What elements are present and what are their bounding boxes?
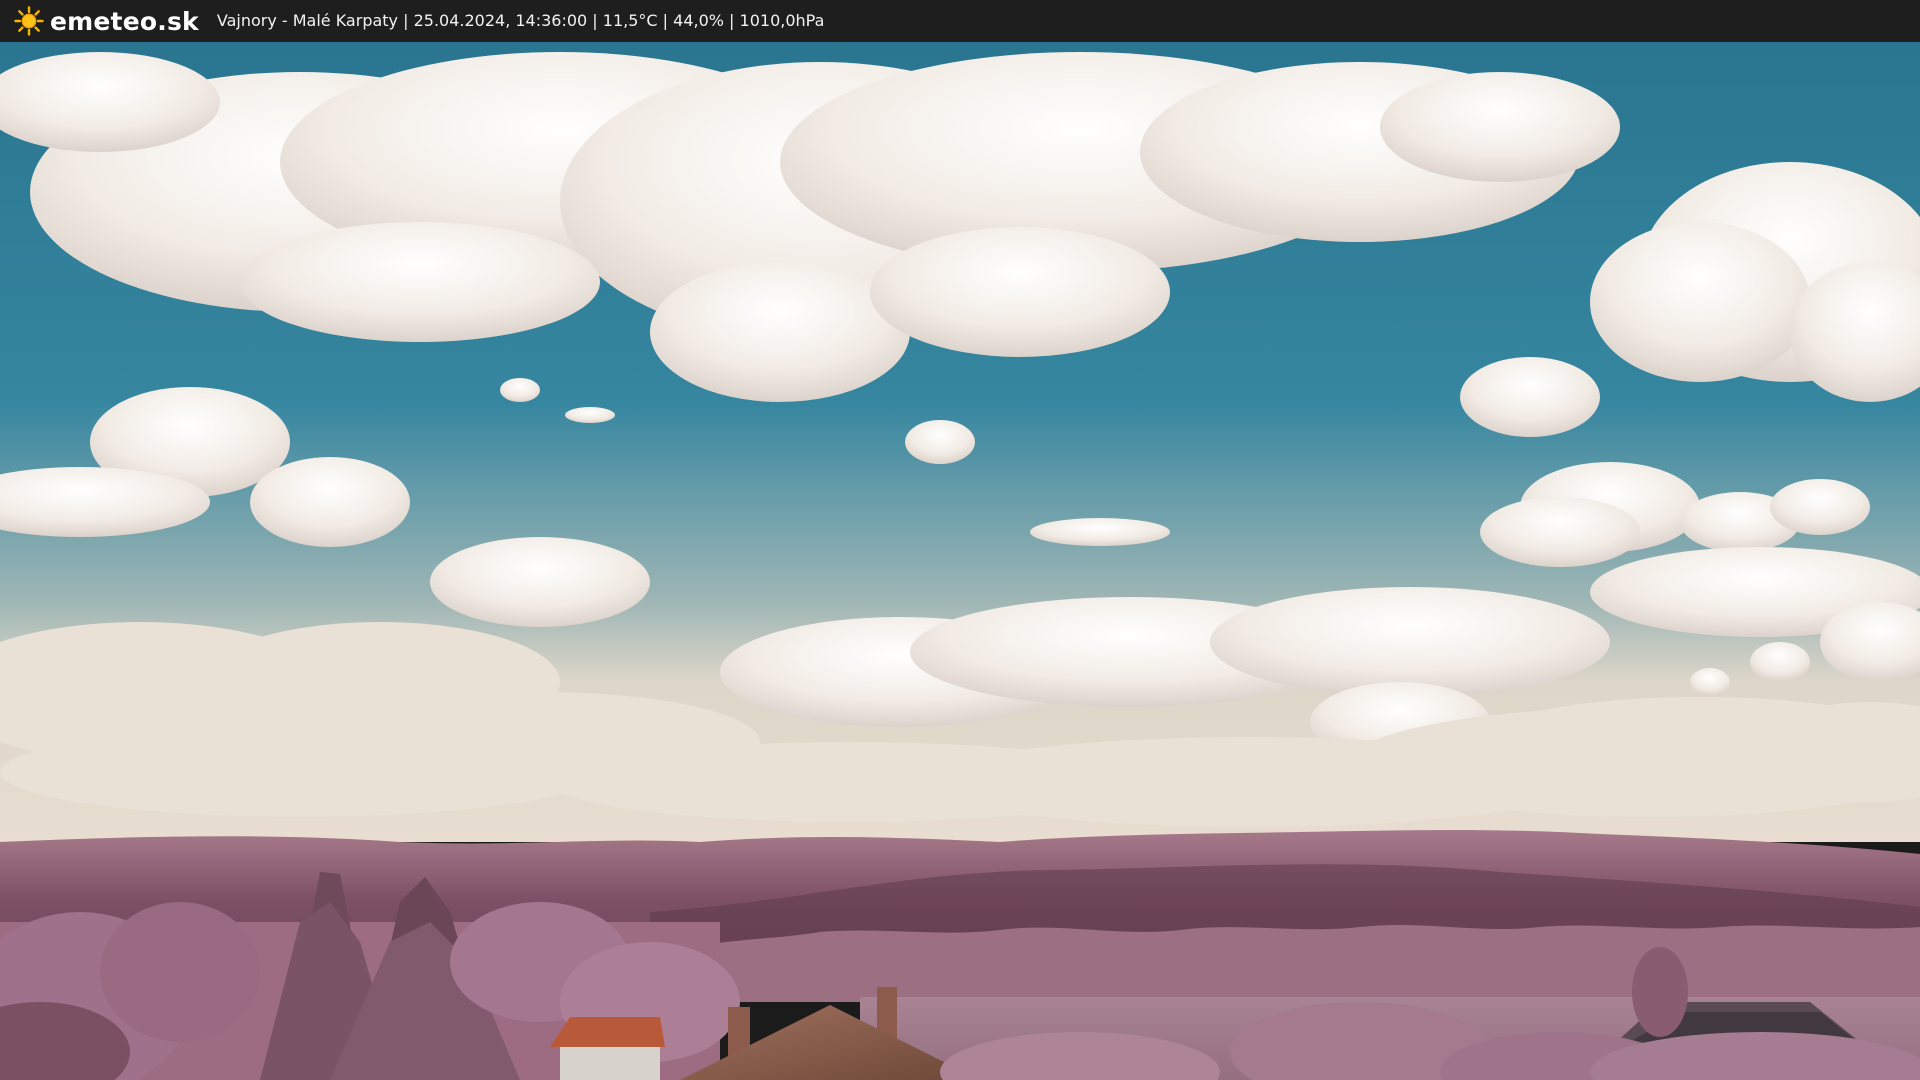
sun-icon xyxy=(14,6,44,36)
webcam-image xyxy=(0,42,1920,1080)
info-bar: emeteo.sk Vajnory - Malé Karpaty | 25.04… xyxy=(0,0,1920,42)
site-logo[interactable]: emeteo.sk xyxy=(14,6,199,36)
tree-line xyxy=(650,924,1920,1002)
webcam-frame: emeteo.sk Vajnory - Malé Karpaty | 25.04… xyxy=(0,0,1920,1080)
house-red-roof xyxy=(550,1017,665,1080)
station-readout: Vajnory - Malé Karpaty | 25.04.2024, 14:… xyxy=(216,11,825,30)
site-name: emeteo.sk xyxy=(50,6,199,36)
